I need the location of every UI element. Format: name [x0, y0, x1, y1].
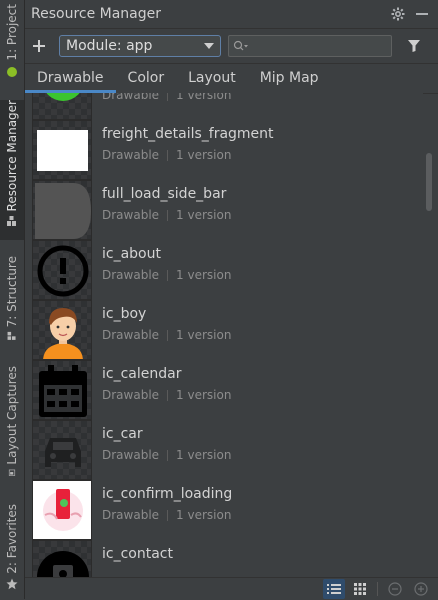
grid-view-button[interactable]: [349, 579, 371, 599]
tab-label: Color: [127, 70, 165, 86]
list-item[interactable]: ic_car Drawable 1 version: [25, 420, 423, 480]
module-dropdown-value: Module: app: [66, 38, 153, 54]
resource-thumbnail: [32, 480, 92, 540]
list-item[interactable]: ic_calendar Drawable 1 version: [25, 360, 423, 420]
resource-list: Drawable 1 version freight_details_fragme…: [25, 93, 423, 577]
calendar-icon: [39, 365, 87, 417]
scrollbar-thumb[interactable]: [426, 153, 432, 211]
resource-name: full_load_side_bar: [102, 186, 227, 202]
tab-color[interactable]: Color: [116, 64, 177, 92]
resource-name: ic_boy: [102, 306, 147, 322]
favorites-tab-label: 2: Favorites: [5, 504, 19, 574]
plus-icon: [33, 40, 45, 52]
contact-icon: [37, 551, 89, 577]
resource-thumbnail: [32, 120, 92, 180]
search-icon: [233, 40, 248, 51]
project-tab-label: 1: Project: [5, 4, 19, 61]
panel-title-bar: Resource Manager: [25, 0, 438, 29]
tab-label: Drawable: [37, 70, 104, 86]
resource-meta: Drawable 1 version: [102, 208, 232, 222]
tab-label: Layout: [188, 70, 236, 86]
white-rectangle-icon: [37, 130, 88, 171]
resource-toolbar: Module: app: [25, 29, 438, 64]
divider: [377, 582, 378, 596]
zoom-out-icon: [388, 582, 402, 596]
resource-name: ic_confirm_loading: [102, 486, 233, 502]
resource-name: ic_calendar: [102, 366, 182, 382]
chevron-down-icon: [204, 43, 214, 49]
list-item[interactable]: full_load_side_bar Drawable 1 version: [25, 180, 423, 240]
module-dropdown[interactable]: Module: app: [59, 35, 221, 57]
list-view-icon: [327, 584, 341, 594]
tool-window-strip: 1: Project Resource Manager 7: Structure…: [0, 0, 25, 599]
resource-thumbnail: [32, 93, 92, 120]
filter-icon: [408, 40, 420, 52]
car-icon: [45, 438, 81, 467]
add-resource-button[interactable]: [27, 34, 51, 58]
resource-name: ic_about: [102, 246, 161, 262]
list-item[interactable]: freight_details_fragment Drawable 1 versi…: [25, 120, 423, 180]
resource-thumbnail: [32, 420, 92, 480]
resource-manager-tab-label: Resource Manager: [5, 100, 19, 212]
resource-thumbnail: [32, 240, 92, 300]
structure-tool-tab[interactable]: 7: Structure: [0, 256, 24, 342]
settings-gear-icon[interactable]: [386, 2, 410, 26]
resource-meta: Drawable 1 version: [102, 508, 232, 522]
phone-illustration-icon: [33, 481, 91, 539]
filter-button[interactable]: [402, 34, 426, 58]
layout-captures-tab-label: Layout Captures: [5, 366, 19, 465]
panel-title: Resource Manager: [31, 6, 162, 22]
favorites-tool-tab[interactable]: 2: Favorites: [0, 504, 24, 592]
tab-label: Mip Map: [259, 70, 319, 86]
resource-meta: Drawable 1 version: [102, 328, 232, 342]
resource-type-tabs: Drawable Color Layout Mip Map: [25, 64, 438, 94]
list-item[interactable]: ic_boy Drawable 1 version: [25, 300, 423, 360]
layout-captures-icon: [8, 469, 16, 476]
structure-tab-label: 7: Structure: [5, 256, 19, 328]
list-item[interactable]: Drawable 1 version: [25, 93, 423, 120]
zoom-in-button[interactable]: [410, 579, 432, 599]
grid-view-icon: [354, 583, 366, 595]
green-circle-icon: [46, 93, 80, 101]
zoom-in-icon: [414, 582, 428, 596]
layout-captures-tool-tab[interactable]: Layout Captures: [0, 366, 24, 476]
hide-panel-icon[interactable]: [410, 2, 434, 26]
resource-meta: Drawable 1 version: [102, 268, 232, 282]
android-icon: [7, 66, 17, 77]
resource-manager-tool-tab[interactable]: Resource Manager: [0, 100, 24, 240]
tab-mip-map[interactable]: Mip Map: [248, 64, 331, 92]
vertical-scrollbar[interactable]: [425, 93, 433, 577]
resource-name: ic_car: [102, 426, 143, 442]
resource-meta: Drawable 1 version: [102, 148, 232, 162]
list-view-button[interactable]: [323, 579, 345, 599]
project-tool-tab[interactable]: 1: Project: [0, 4, 24, 92]
resource-thumbnail: [32, 540, 92, 577]
structure-icon: [7, 332, 16, 341]
boy-avatar-icon: [43, 308, 83, 359]
list-item[interactable]: ic_contact: [25, 540, 423, 577]
resource-thumbnail: [32, 360, 92, 420]
resource-name: ic_contact: [102, 546, 173, 562]
list-item[interactable]: ic_confirm_loading Drawable 1 version: [25, 480, 423, 540]
resource-meta: Drawable 1 version: [102, 93, 231, 102]
resource-meta: Drawable 1 version: [102, 388, 232, 402]
view-options-bar: [25, 577, 438, 600]
resource-manager-panel: Resource Manager Module: app Drawable Co…: [25, 0, 438, 599]
gray-shape-icon: [35, 183, 91, 239]
list-item[interactable]: ic_about Drawable 1 version: [25, 240, 423, 300]
resource-thumbnail: [32, 300, 92, 360]
tab-drawable[interactable]: Drawable: [25, 64, 116, 93]
info-icon: [37, 245, 89, 297]
resource-thumbnail: [32, 180, 92, 240]
search-field[interactable]: [228, 35, 392, 57]
resource-meta: Drawable 1 version: [102, 448, 232, 462]
zoom-out-button[interactable]: [384, 579, 406, 599]
tab-layout[interactable]: Layout: [176, 64, 248, 92]
resource-name: freight_details_fragment: [102, 126, 274, 142]
star-icon: [6, 578, 18, 590]
search-input[interactable]: [249, 38, 383, 54]
resources-icon: [7, 216, 16, 227]
